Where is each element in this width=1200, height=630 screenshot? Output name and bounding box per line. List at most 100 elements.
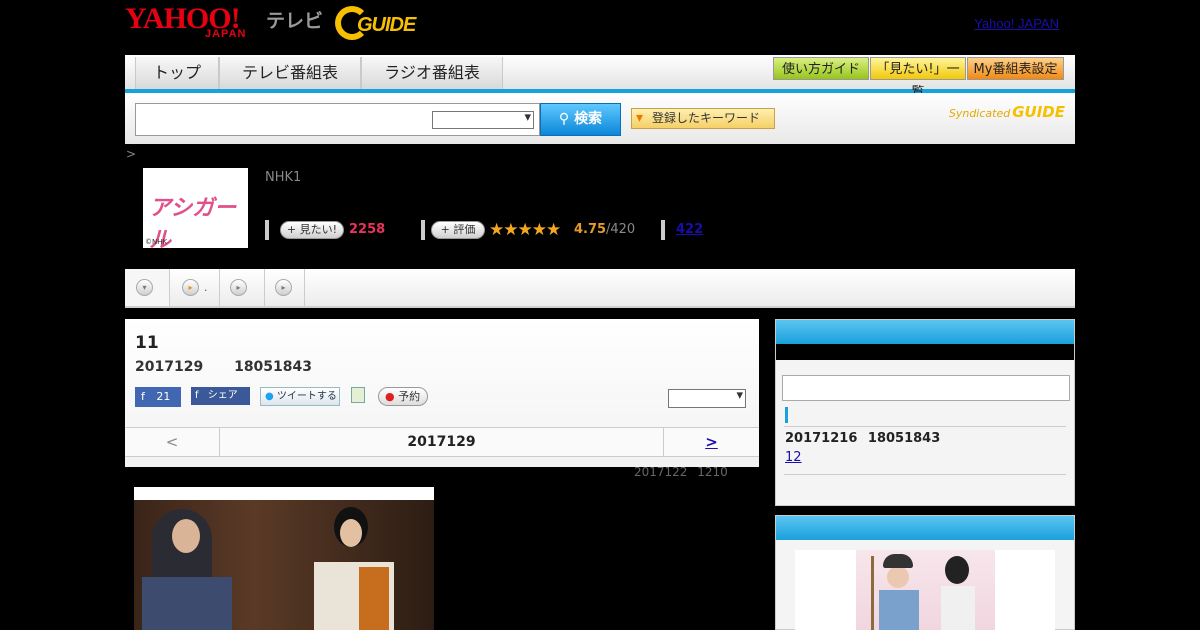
want-list-button[interactable]: 「見たい!」一覧 [870,57,966,100]
next-broadcast-panel: 20171216 18051843 12 [775,319,1075,506]
subtab-0[interactable]: ▾ [125,269,170,306]
photo-figure-right-face [340,519,362,547]
program-thumbnail: アシガール ©NHK [143,168,248,248]
search-bar: ⚲ 検索 登録したキーワード SyndicatedGUIDE [125,93,1075,144]
search-icon: ⚲ [558,111,570,127]
episode-time: 18051843 [234,359,313,375]
promo-image[interactable] [795,550,1055,630]
facebook-like-count: 21 [156,390,171,403]
channel-name: NHK1 [265,170,302,185]
episode-title: 11 [135,333,159,353]
page: YAHOO! JAPAN テレビ GUIDE Yahoo! JAPAN トップ … [0,0,1200,630]
photo-figure-left-robe [142,577,232,630]
update-note-time: 1210 [697,465,728,479]
tweet-button[interactable]: ● ツイートする [260,387,340,406]
facebook-share-button[interactable]: f シェア [191,387,250,405]
reserve-label: 予約 [398,390,421,403]
thumbnail-copyright: ©NHK [145,238,168,246]
gguide-logo[interactable]: GUIDE [335,6,431,40]
sidebar-header-band [776,344,1074,360]
syndicated-label: Syndicated [948,107,1011,120]
pager-current-date: 2017129 [407,434,476,450]
previous-episode-button[interactable]: < [125,428,220,456]
episode-date: 2017129 [135,359,204,375]
yahoo-japan-link[interactable]: Yahoo! JAPAN [974,16,1059,31]
episode-panel: 11 2017129 18051843 f 21 f シェア ● ツイートする … [125,319,759,467]
episode-action-select[interactable] [668,388,746,408]
want-count: 2258 [349,222,386,237]
next-broadcast-airtime: 20171216 18051843 [785,431,940,446]
subtab-1-label: . [204,281,208,294]
divider [784,426,1066,427]
search-button[interactable]: ⚲ 検索 [540,103,621,136]
nav-tab-top[interactable]: トップ [135,57,219,89]
next-episode-sidebar-link-label: 12 [785,450,802,465]
syndicated-gguide-logo: Syndicated GUIDE [949,103,1065,121]
tv-logo-text[interactable]: テレビ [266,6,323,33]
play-icon: ▸ [182,279,199,296]
poster-staff [871,556,874,630]
divider [784,474,1066,475]
next-episode-link[interactable]: > [663,428,759,456]
rating-total: /420 [606,222,636,237]
saved-keywords-button[interactable]: 登録したキーワード [631,108,775,129]
breadcrumb[interactable]: > [126,147,136,161]
tweet-label: ツイートする [276,391,337,402]
rating-value: 4.75 [574,222,607,237]
subtab-3[interactable]: ▸ [265,269,305,306]
review-count-link[interactable]: 422 [676,222,703,237]
plus-icon: + [286,223,297,236]
episode-airtime: 2017129 18051843 [135,359,312,375]
sidebar-field[interactable] [782,375,1070,401]
usage-guide-button[interactable]: 使い方ガイド [773,57,869,80]
site-header: YAHOO! JAPAN テレビ GUIDE Yahoo! JAPAN [125,0,1075,55]
facebook-icon: f [195,390,199,401]
nav-tab-tv-listings[interactable]: テレビ番組表 [219,57,361,89]
poster-figure-right-head [945,556,969,584]
update-note-date: 2017122 [634,465,688,479]
poster-figure-right-body [941,586,975,630]
facebook-icon: f [141,390,145,403]
section-marker [785,407,788,423]
add-to-list-icon[interactable] [351,387,365,403]
next-broadcast-date: 20171216 [785,431,858,446]
subtab-1[interactable]: ▸ . [170,269,220,306]
yahoo-japan-logo-text: JAPAN [205,28,247,40]
update-note: 2017122 1210 [634,465,728,479]
main-nav: トップ テレビ番組表 ラジオ番組表 使い方ガイド 「見たい!」一覧 My番組表設… [125,55,1075,100]
episode-photo [134,487,434,630]
promo-panel [775,515,1075,630]
next-broadcast-time: 18051843 [867,431,941,446]
promo-poster [856,550,995,630]
next-episode-sidebar-link[interactable]: 12 [785,450,854,465]
my-listings-settings-button[interactable]: My番組表設定 [967,57,1064,80]
search-button-label: 検索 [574,111,603,127]
play-icon: ▸ [230,279,247,296]
rate-button-label: 評価 [453,223,476,236]
facebook-like-button[interactable]: f 21 [135,387,181,407]
nav-tab-radio-listings[interactable]: ラジオ番組表 [361,57,503,89]
subtab-2[interactable]: ▸ [220,269,265,306]
chevron-down-icon: ▾ [136,279,153,296]
search-genre-select[interactable] [432,110,534,129]
plus-icon: + [440,223,450,236]
rate-button[interactable]: + 評価 [431,221,485,239]
sidebar-header [776,516,1074,540]
photo-figure-right-sash [359,567,389,630]
stat-divider [421,220,425,240]
syndicated-logo-text: GUIDE [1012,103,1065,121]
photo-figure-left-face [172,519,200,553]
poster-figure-left-face [887,566,909,588]
sidebar-header [776,320,1074,344]
want-to-watch-label: 見たい! [299,223,338,236]
record-dot-icon: ● [385,390,395,403]
stat-divider [265,220,269,240]
play-icon: ▸ [275,279,292,296]
facebook-share-label: シェア [207,390,238,401]
gguide-logo-text: GUIDE [357,14,416,36]
episode-pager: < 2017129 > [125,427,759,457]
want-to-watch-button[interactable]: + 見たい! [280,221,344,239]
twitter-bird-icon: ● [265,391,274,402]
reserve-button[interactable]: ● 予約 [378,387,428,406]
program-subtabs: ▾ ▸ . ▸ ▸ [125,269,1075,308]
